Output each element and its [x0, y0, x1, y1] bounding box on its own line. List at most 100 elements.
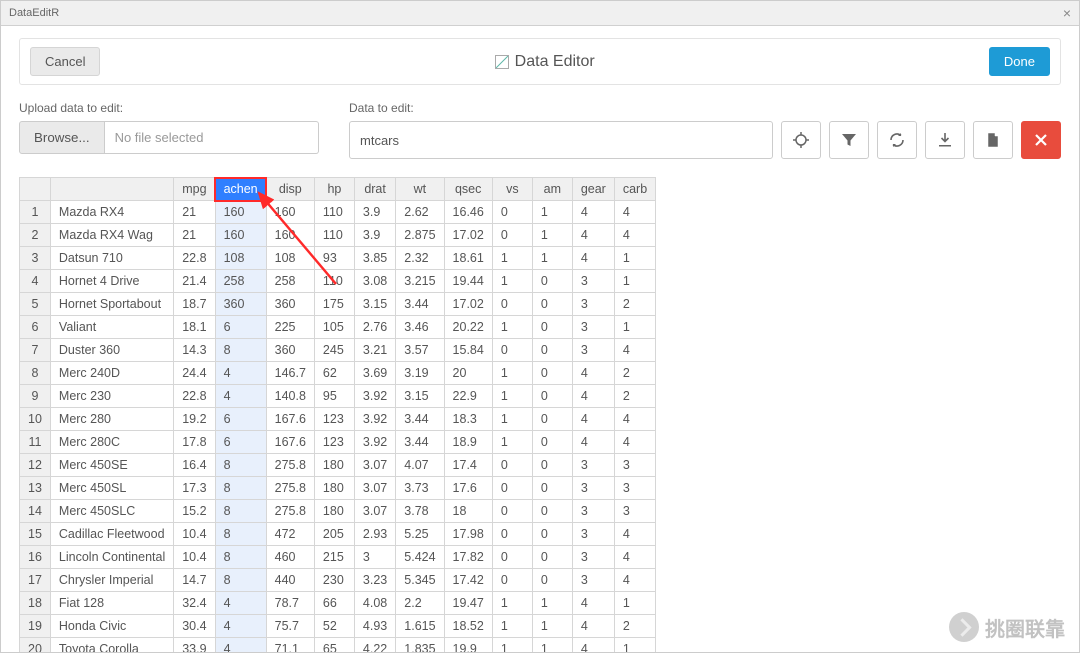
cell[interactable]: 3.73: [396, 477, 444, 500]
cell[interactable]: 146.7: [266, 362, 314, 385]
cell[interactable]: 62: [314, 362, 354, 385]
cell[interactable]: 4.93: [354, 615, 395, 638]
cell[interactable]: 71.1: [266, 638, 314, 653]
cell[interactable]: 18.3: [444, 408, 492, 431]
cell[interactable]: 17.82: [444, 546, 492, 569]
cell[interactable]: 1: [532, 201, 572, 224]
cell[interactable]: 110: [314, 224, 354, 247]
filter-button[interactable]: [829, 121, 869, 159]
cell[interactable]: 245: [314, 339, 354, 362]
cell[interactable]: 2: [614, 293, 655, 316]
cell[interactable]: 1: [492, 431, 532, 454]
cell[interactable]: 17.42: [444, 569, 492, 592]
cell[interactable]: 16.46: [444, 201, 492, 224]
cell[interactable]: 33.9: [174, 638, 215, 653]
cell[interactable]: 21: [174, 224, 215, 247]
cell[interactable]: 8: [215, 454, 266, 477]
cell[interactable]: 4: [572, 592, 614, 615]
cell[interactable]: 4: [215, 385, 266, 408]
crosshair-button[interactable]: [781, 121, 821, 159]
cell[interactable]: 0: [532, 362, 572, 385]
column-header-qsec[interactable]: qsec: [444, 178, 492, 201]
cell[interactable]: 105: [314, 316, 354, 339]
row-number[interactable]: 7: [20, 339, 51, 362]
cell[interactable]: 17.6: [444, 477, 492, 500]
cell[interactable]: 440: [266, 569, 314, 592]
row-number[interactable]: 14: [20, 500, 51, 523]
cell[interactable]: 4: [572, 385, 614, 408]
cell[interactable]: 10.4: [174, 546, 215, 569]
cell[interactable]: 3: [572, 339, 614, 362]
browse-button[interactable]: Browse...: [19, 121, 105, 154]
data-name-input[interactable]: [349, 121, 773, 159]
cell[interactable]: 0: [532, 477, 572, 500]
cell[interactable]: 22.8: [174, 385, 215, 408]
cell[interactable]: 175: [314, 293, 354, 316]
cell[interactable]: 4: [614, 431, 655, 454]
cell[interactable]: 275.8: [266, 500, 314, 523]
row-number[interactable]: 10: [20, 408, 51, 431]
cell[interactable]: 0: [492, 201, 532, 224]
cell[interactable]: 0: [492, 523, 532, 546]
cell[interactable]: 14.7: [174, 569, 215, 592]
cell[interactable]: 3: [614, 500, 655, 523]
cell[interactable]: 360: [215, 293, 266, 316]
cell[interactable]: 15.2: [174, 500, 215, 523]
file-button[interactable]: [973, 121, 1013, 159]
row-name-cell[interactable]: Merc 450SE: [50, 454, 173, 477]
cell[interactable]: 4: [215, 592, 266, 615]
cell[interactable]: 3.44: [396, 293, 444, 316]
cell[interactable]: 22.9: [444, 385, 492, 408]
cell[interactable]: 3.19: [396, 362, 444, 385]
cell[interactable]: 17.3: [174, 477, 215, 500]
row-number[interactable]: 9: [20, 385, 51, 408]
cell[interactable]: 123: [314, 408, 354, 431]
cell[interactable]: 258: [215, 270, 266, 293]
cell[interactable]: 32.4: [174, 592, 215, 615]
row-name-cell[interactable]: Fiat 128: [50, 592, 173, 615]
cell[interactable]: 3: [572, 270, 614, 293]
row-name-cell[interactable]: Lincoln Continental: [50, 546, 173, 569]
cell[interactable]: 1: [492, 615, 532, 638]
cell[interactable]: 160: [266, 224, 314, 247]
cell[interactable]: 19.47: [444, 592, 492, 615]
cell[interactable]: 0: [532, 385, 572, 408]
cell[interactable]: 230: [314, 569, 354, 592]
cell[interactable]: 10.4: [174, 523, 215, 546]
cell[interactable]: 0: [532, 569, 572, 592]
cell[interactable]: 2: [614, 615, 655, 638]
cell[interactable]: 1: [492, 592, 532, 615]
row-name-cell[interactable]: Hornet 4 Drive: [50, 270, 173, 293]
cell[interactable]: 167.6: [266, 408, 314, 431]
cell[interactable]: 4.08: [354, 592, 395, 615]
cell[interactable]: 17.98: [444, 523, 492, 546]
column-header-drat[interactable]: drat: [354, 178, 395, 201]
cell[interactable]: 18.52: [444, 615, 492, 638]
cell[interactable]: 6: [215, 316, 266, 339]
cell[interactable]: 160: [266, 201, 314, 224]
row-name-cell[interactable]: Merc 450SLC: [50, 500, 173, 523]
row-name-cell[interactable]: Merc 280C: [50, 431, 173, 454]
cell[interactable]: 1.835: [396, 638, 444, 653]
cell[interactable]: 3.07: [354, 477, 395, 500]
row-number[interactable]: 8: [20, 362, 51, 385]
cell[interactable]: 460: [266, 546, 314, 569]
row-name-cell[interactable]: Datsun 710: [50, 247, 173, 270]
cell[interactable]: 4: [572, 201, 614, 224]
cell[interactable]: 1: [492, 385, 532, 408]
cell[interactable]: 180: [314, 477, 354, 500]
row-name-cell[interactable]: Merc 230: [50, 385, 173, 408]
column-header-mpg[interactable]: mpg: [174, 178, 215, 201]
clear-button[interactable]: [1021, 121, 1061, 159]
row-number[interactable]: 13: [20, 477, 51, 500]
cell[interactable]: 1: [614, 270, 655, 293]
cell[interactable]: 0: [492, 293, 532, 316]
cell[interactable]: 160: [215, 224, 266, 247]
column-header-wt[interactable]: wt: [396, 178, 444, 201]
cell[interactable]: 4: [215, 615, 266, 638]
cell[interactable]: 3.46: [396, 316, 444, 339]
cell[interactable]: 3.07: [354, 454, 395, 477]
cell[interactable]: 110: [314, 270, 354, 293]
cell[interactable]: 1: [492, 408, 532, 431]
cell[interactable]: 17.4: [444, 454, 492, 477]
